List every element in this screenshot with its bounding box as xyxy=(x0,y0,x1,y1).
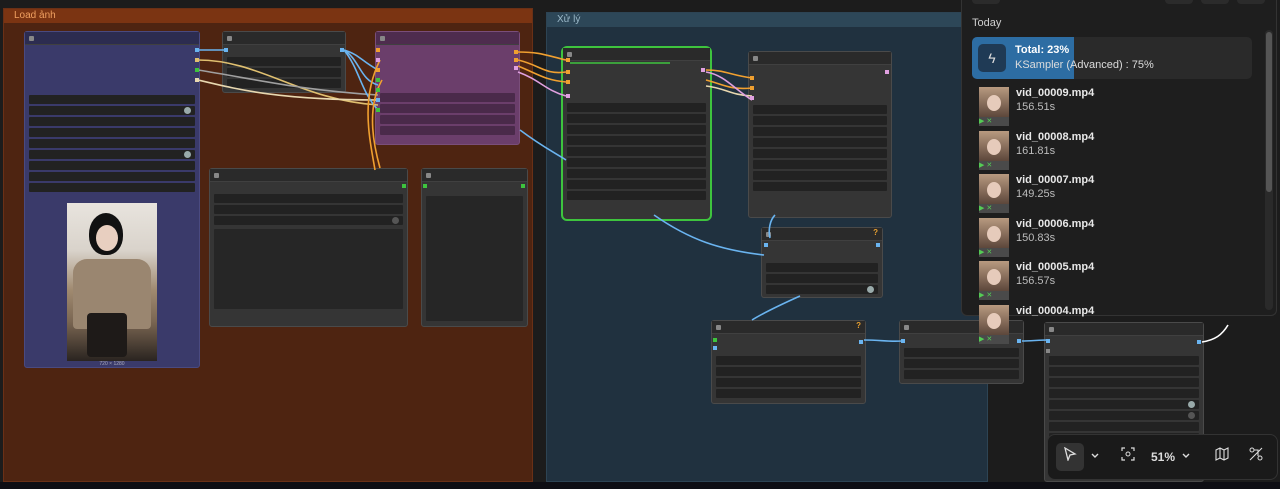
total-progress-label: Total: 23% xyxy=(1015,44,1070,56)
queue-item-name: vid_00006.mp4 xyxy=(1016,217,1095,230)
thumbnail-controls[interactable]: ▶ ✕ xyxy=(979,204,1009,214)
thumbnail-controls[interactable]: ▶ ✕ xyxy=(979,117,1009,126)
queue-item-name: vid_00007.mp4 xyxy=(1016,174,1095,187)
queue-item-time: 156.51s xyxy=(1016,101,1056,113)
queue-item-time: 150.83s xyxy=(1016,231,1056,244)
queue-item-time: 149.25s xyxy=(1016,188,1056,201)
chevron-down-icon[interactable] xyxy=(1086,443,1104,471)
thumbnail-controls[interactable]: ▶ ✕ xyxy=(979,291,1009,301)
queue-item-name: vid_00005.mp4 xyxy=(1016,261,1095,274)
queue-item-time: 161.81s xyxy=(1016,144,1056,157)
queue-item-name: vid_00009.mp4 xyxy=(1016,87,1095,99)
queue-panel[interactable]: Today ϟ Total: 23% KSampler (Advanced) :… xyxy=(961,0,1277,344)
chevron-down-icon[interactable] xyxy=(1178,443,1194,471)
scrollbar-thumb[interactable] xyxy=(1266,32,1272,192)
queue-toolbar-button[interactable] xyxy=(1165,0,1193,4)
queue-scrollbar[interactable] xyxy=(1265,30,1273,310)
lightning-icon: ϟ xyxy=(978,44,1006,72)
section-label: Today xyxy=(972,17,1002,29)
queue-toolbar-button[interactable] xyxy=(1237,0,1265,4)
bottom-bar xyxy=(0,482,1280,489)
queue-item-time: 156.57s xyxy=(1016,275,1056,288)
pointer-icon[interactable] xyxy=(1056,443,1084,471)
queue-item[interactable]: ▶ ✕ vid_00005.mp4 156.57s xyxy=(979,261,1239,305)
queue-item[interactable]: ▶ ✕ vid_00004.mp4 xyxy=(979,305,1239,349)
canvas-toolbar: 51% xyxy=(1047,434,1278,480)
queue-item[interactable]: ▶ ✕ vid_00007.mp4 149.25s xyxy=(979,174,1239,218)
focus-icon[interactable] xyxy=(1114,443,1142,471)
zoom-level[interactable]: 51% xyxy=(1148,443,1178,471)
queue-item[interactable]: ▶ ✕ vid_00009.mp4 156.51s xyxy=(979,87,1239,131)
step-progress-label: KSampler (Advanced) : 75% xyxy=(1015,59,1154,71)
queue-item-name: vid_00004.mp4 xyxy=(1016,305,1095,317)
thumbnail-controls[interactable]: ▶ ✕ xyxy=(979,247,1009,257)
thumbnail-controls[interactable]: ▶ ✕ xyxy=(979,335,1009,344)
queue-toolbar-button[interactable] xyxy=(972,0,1000,4)
queue-item-name: vid_00008.mp4 xyxy=(1016,130,1095,143)
queue-toolbar-button[interactable] xyxy=(1201,0,1229,4)
map-icon[interactable] xyxy=(1208,443,1236,471)
queue-item[interactable]: ▶ ✕ vid_00008.mp4 161.81s xyxy=(979,130,1239,175)
thumbnail-controls[interactable]: ▶ ✕ xyxy=(979,160,1009,170)
queue-item[interactable]: ▶ ✕ vid_00006.mp4 150.83s xyxy=(979,217,1239,262)
progress-card: ϟ Total: 23% KSampler (Advanced) : 75% xyxy=(972,37,1252,79)
link-toggle-icon[interactable] xyxy=(1242,443,1270,471)
